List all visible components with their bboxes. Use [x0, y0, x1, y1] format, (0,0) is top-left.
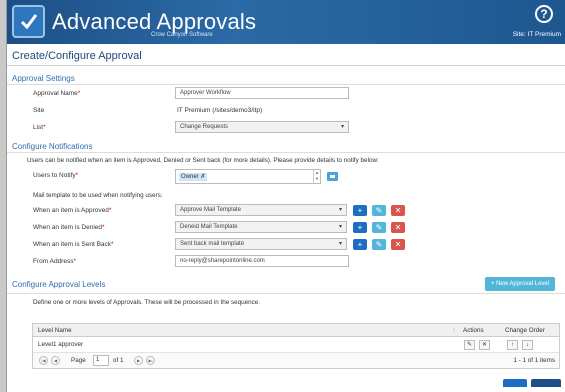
col-change-order: Change Order [505, 327, 545, 334]
chevron-down-icon: ▾ [338, 241, 342, 247]
page-label: Page [71, 357, 86, 364]
address-book-icon[interactable] [327, 172, 338, 181]
move-down-icon[interactable]: ↓ [522, 340, 533, 350]
site-row: Site IT Premium (/sites/demo3/itp) [7, 102, 565, 119]
denied-row: When an item is Denied* Deneid Mail Temp… [7, 219, 565, 236]
cancel-button[interactable] [531, 379, 561, 387]
scroll-arrows-icon[interactable]: ▲ ▼ [313, 170, 320, 183]
vendor-name: Crow Canyon Software [151, 32, 213, 38]
approved-row: When an item is Approved* Approve Mail T… [7, 202, 565, 219]
list-select[interactable]: Change Requests ▾ [175, 121, 349, 133]
owner-chip[interactable]: Owner ✗ [179, 173, 208, 181]
grid-header: Level Name ⁝ Actions Change Order [33, 324, 559, 337]
users-row: Users to Notify* Owner ✗ ▲ ▼ [7, 167, 565, 188]
delete-approved-template-button[interactable]: ✕ [391, 205, 405, 216]
help-icon[interactable]: ? [535, 5, 553, 23]
approval-name-label: Approval Name* [33, 90, 81, 97]
page-title: Create/Configure Approval [7, 44, 565, 66]
approved-label: When an item is Approved* [33, 207, 112, 214]
add-approved-template-button[interactable]: + [353, 205, 367, 216]
users-label: Users to Notify* [33, 172, 79, 179]
chevron-down-icon: ▾ [338, 207, 342, 213]
denied-label: When an item is Denied* [33, 224, 105, 231]
approval-name-input[interactable]: Approver Workflow [175, 87, 349, 99]
chevron-down-icon: ▾ [338, 224, 342, 230]
column-menu-icon[interactable]: ⁝ [453, 327, 455, 334]
site-field-label: Site [33, 107, 45, 114]
edit-sentback-template-button[interactable]: ✎ [372, 239, 386, 250]
next-page-icon[interactable]: ▶ [134, 356, 143, 365]
levels-intro: Define one or more levels of Approvals. … [33, 299, 261, 306]
level-name-cell: Level1 approver [38, 341, 84, 348]
footer-buttons [502, 374, 561, 392]
app-logo-icon [12, 5, 45, 38]
denied-template-select[interactable]: Deneid Mail Template ▾ [175, 221, 347, 233]
from-address-row: From Address* no-reply@sharepointonline.… [7, 253, 565, 270]
app-banner: Advanced Approvals Crow Canyon Software … [7, 0, 565, 44]
notifications-intro: Users can be notified when an item is Ap… [27, 157, 379, 164]
first-page-icon[interactable]: |◀ [39, 356, 48, 365]
notifications-heading: Configure Notifications [7, 140, 565, 153]
edit-approved-template-button[interactable]: ✎ [372, 205, 386, 216]
approval-settings-heading: Approval Settings [7, 72, 565, 85]
list-label: List* [33, 124, 46, 131]
sentback-row: When an item is Sent Back* Sent back mai… [7, 236, 565, 253]
list-row: List* Change Requests ▾ [7, 119, 565, 136]
levels-heading: Configure Approval Levels [12, 280, 106, 289]
page-of-label: of 1 [113, 357, 124, 364]
delete-denied-template-button[interactable]: ✕ [391, 222, 405, 233]
users-to-notify-field[interactable]: Owner ✗ [175, 169, 321, 184]
levels-grid: Level Name ⁝ Actions Change Order Level1… [32, 323, 560, 369]
table-row[interactable]: Level1 approver ✎ ✕ ↑ ↓ [33, 337, 559, 353]
move-up-icon[interactable]: ↑ [507, 340, 518, 350]
chevron-down-icon: ▾ [340, 124, 344, 130]
sentback-label: When an item is Sent Back* [33, 241, 114, 248]
app-frame: Advanced Approvals Crow Canyon Software … [6, 0, 565, 392]
edit-denied-template-button[interactable]: ✎ [372, 222, 386, 233]
mail-template-intro: Mail template to be used when notifying … [33, 192, 163, 199]
page-number-input[interactable]: 1 [93, 355, 109, 366]
levels-header: Configure Approval Levels + New Approval… [7, 274, 565, 294]
add-denied-template-button[interactable]: + [353, 222, 367, 233]
save-button[interactable] [502, 379, 527, 387]
col-actions: Actions [463, 327, 484, 334]
last-page-icon[interactable]: ▶| [146, 356, 155, 365]
delete-level-icon[interactable]: ✕ [479, 340, 490, 350]
sentback-template-select[interactable]: Sent back mail template ▾ [175, 238, 347, 250]
from-address-label: From Address* [33, 258, 76, 265]
from-address-input[interactable]: no-reply@sharepointonline.com [175, 255, 349, 267]
approved-template-select[interactable]: Approve Mail Template ▾ [175, 204, 347, 216]
prev-page-icon[interactable]: ◀ [51, 356, 60, 365]
col-level-name[interactable]: Level Name [38, 327, 72, 334]
pager-summary: 1 - 1 of 1 items [513, 357, 555, 364]
site-value: IT Premium (/sites/demo3/itp) [177, 107, 263, 114]
delete-sentback-template-button[interactable]: ✕ [391, 239, 405, 250]
grid-pager: |◀ ◀ Page 1 of 1 ▶ ▶| 1 - 1 of 1 items [33, 353, 559, 368]
approval-name-row: Approval Name* Approver Workflow [7, 85, 565, 102]
edit-level-icon[interactable]: ✎ [464, 340, 475, 350]
site-label: Site: IT Premium [512, 31, 561, 38]
new-approval-level-button[interactable]: + New Approval Level [485, 277, 555, 291]
add-sentback-template-button[interactable]: + [353, 239, 367, 250]
